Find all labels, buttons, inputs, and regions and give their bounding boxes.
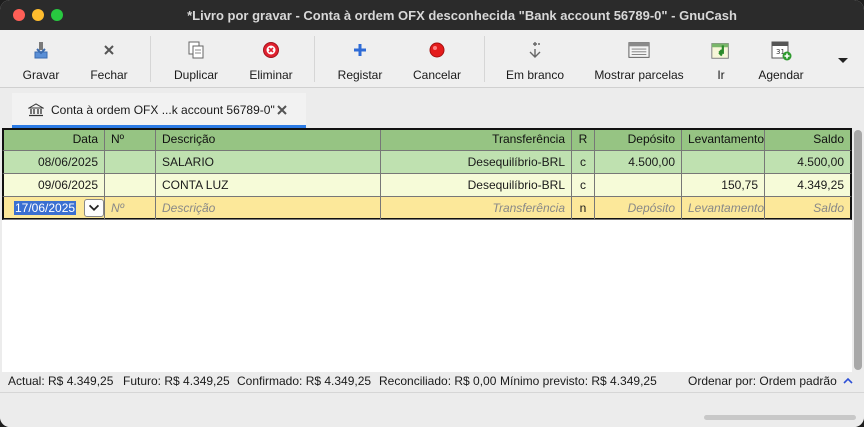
register-table: Data Nº Descrição Transferência R Depósi… <box>2 128 852 372</box>
cell-date[interactable]: 08/06/2025 <box>2 151 105 174</box>
column-header-withdrawal[interactable]: Levantamento <box>682 130 765 151</box>
show-splits-button[interactable]: Mostrar parcelas <box>592 30 686 88</box>
balance-cleared: Confirmado: R$ 4.349,25 <box>237 374 372 388</box>
column-header-deposit[interactable]: Depósito <box>595 130 682 151</box>
plus-icon <box>349 39 371 61</box>
cell-transfer[interactable]: Desequilíbrio-BRL <box>381 151 572 174</box>
column-header-num[interactable]: Nº <box>105 130 156 151</box>
window-close-button[interactable] <box>13 9 25 21</box>
title-bar: *Livro por gravar - Conta à ordem OFX de… <box>0 0 864 30</box>
close-icon <box>98 39 120 61</box>
toolbar-overflow-icon[interactable] <box>836 56 850 66</box>
cancel-icon <box>426 39 448 61</box>
cancel-label: Cancelar <box>412 68 462 82</box>
table-row[interactable]: 08/06/2025 SALARIO Desequilíbrio-BRL c 4… <box>2 151 852 174</box>
cell-withdrawal[interactable] <box>682 151 765 174</box>
sort-order[interactable]: Ordenar por: Ordem padrão <box>688 374 853 388</box>
balance-field: Saldo <box>765 197 852 220</box>
calendar-icon: 31 <box>770 39 792 61</box>
date-input[interactable]: 17/06/2025 <box>2 197 105 220</box>
balance-future: Futuro: R$ 4.349,25 <box>123 374 230 388</box>
toolbar-separator <box>314 36 315 82</box>
reconciled-field[interactable]: n <box>572 197 595 220</box>
show-splits-label: Mostrar parcelas <box>594 68 684 82</box>
num-field[interactable]: Nº <box>105 197 156 220</box>
cell-date[interactable]: 09/06/2025 <box>2 174 105 197</box>
balance-projected-minimum: Mínimo previsto: R$ 4.349,25 <box>500 374 657 388</box>
table-row[interactable]: 09/06/2025 CONTA LUZ Desequilíbrio-BRL c… <box>2 174 852 197</box>
deposit-field[interactable]: Depósito <box>595 197 682 220</box>
vertical-scrollbar[interactable] <box>852 128 864 372</box>
blank-label: Em branco <box>505 68 565 82</box>
horizontal-scrollbar[interactable] <box>704 415 856 420</box>
cell-description[interactable]: SALARIO <box>156 151 381 174</box>
date-picker-chevron-icon[interactable] <box>84 199 104 217</box>
footer <box>0 392 864 427</box>
column-header-balance[interactable]: Saldo <box>765 130 852 151</box>
gnucash-window: *Livro por gravar - Conta à ordem OFX de… <box>0 0 864 427</box>
tab-account-register[interactable]: Conta à ordem OFX ...k account 56789-0" <box>12 93 306 128</box>
cell-transfer[interactable]: Desequilíbrio-BRL <box>381 174 572 197</box>
cell-balance: 4.349,25 <box>765 174 852 197</box>
description-field[interactable]: Descrição <box>156 197 381 220</box>
tab-close-icon[interactable] <box>276 104 288 116</box>
tab-strip: Conta à ordem OFX ...k account 56789-0" <box>0 89 864 128</box>
close-label: Fechar <box>90 68 128 82</box>
cell-reconciled[interactable]: c <box>572 151 595 174</box>
withdrawal-field[interactable]: Levantamento <box>682 197 765 220</box>
jump-button[interactable]: Ir <box>704 30 738 88</box>
cell-deposit[interactable]: 4.500,00 <box>595 151 682 174</box>
tab-label: Conta à ordem OFX ...k account 56789-0" <box>51 103 275 117</box>
window-maximize-button[interactable] <box>51 9 63 21</box>
toolbar-separator <box>484 36 485 82</box>
delete-label: Eliminar <box>249 68 293 82</box>
cell-reconciled[interactable]: c <box>572 174 595 197</box>
close-button[interactable]: Fechar <box>84 30 134 88</box>
record-label: Registar <box>337 68 383 82</box>
cell-description[interactable]: CONTA LUZ <box>156 174 381 197</box>
window-title: *Livro por gravar - Conta à ordem OFX de… <box>187 8 737 23</box>
jump-label: Ir <box>717 68 725 82</box>
jump-icon <box>710 39 732 61</box>
duplicate-button[interactable]: Duplicar <box>168 30 224 88</box>
delete-button[interactable]: Eliminar <box>244 30 298 88</box>
sort-order-label: Ordenar por: Ordem padrão <box>688 374 837 388</box>
schedule-label: Agendar <box>758 68 804 82</box>
chevron-up-icon <box>843 377 853 384</box>
column-header-date[interactable]: Data <box>2 130 105 151</box>
toolbar-separator <box>150 36 151 82</box>
window-minimize-button[interactable] <box>32 9 44 21</box>
save-label: Gravar <box>22 68 60 82</box>
date-input-value[interactable]: 17/06/2025 <box>14 201 77 215</box>
save-icon <box>30 39 52 61</box>
cell-num[interactable] <box>105 151 156 174</box>
cell-withdrawal[interactable]: 150,75 <box>682 174 765 197</box>
toolbar: Gravar Fechar Duplicar Eliminar Registar… <box>0 30 864 88</box>
schedule-button[interactable]: 31 Agendar <box>752 30 810 88</box>
blank-button[interactable]: Em branco <box>502 30 568 88</box>
duplicate-icon <box>185 39 207 61</box>
column-header-description[interactable]: Descrição <box>156 130 381 151</box>
blank-transaction-row[interactable]: 17/06/2025 Nº Descrição Transferência n … <box>2 197 852 220</box>
save-button[interactable]: Gravar <box>16 30 66 88</box>
vertical-scrollbar-thumb[interactable] <box>854 130 862 370</box>
blank-icon <box>524 39 546 61</box>
record-button[interactable]: Registar <box>334 30 386 88</box>
cell-num[interactable] <box>105 174 156 197</box>
balance-actual: Actual: R$ 4.349,25 <box>8 374 114 388</box>
cancel-button[interactable]: Cancelar <box>410 30 464 88</box>
delete-icon <box>260 39 282 61</box>
register-header-row: Data Nº Descrição Transferência R Depósi… <box>2 128 852 151</box>
balance-reconciled: Reconciliado: R$ 0,00 <box>379 374 497 388</box>
split-icon <box>628 39 650 61</box>
column-header-reconciled[interactable]: R <box>572 130 595 151</box>
duplicate-label: Duplicar <box>173 68 218 82</box>
cell-deposit[interactable] <box>595 174 682 197</box>
column-header-transfer[interactable]: Transferência <box>381 130 572 151</box>
cell-balance: 4.500,00 <box>765 151 852 174</box>
transfer-field[interactable]: Transferência <box>381 197 572 220</box>
summary-bar: Actual: R$ 4.349,25 Futuro: R$ 4.349,25 … <box>0 372 864 392</box>
bank-icon <box>28 103 44 117</box>
